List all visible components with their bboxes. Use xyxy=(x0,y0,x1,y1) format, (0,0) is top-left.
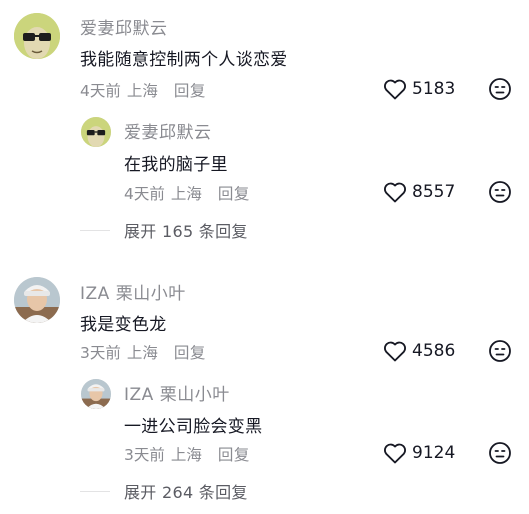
dislike-button[interactable] xyxy=(488,441,512,465)
like-button[interactable]: 8557 xyxy=(383,181,455,203)
comment-location: 上海 xyxy=(126,344,158,362)
like-button[interactable]: 5183 xyxy=(383,78,455,100)
avatar[interactable] xyxy=(14,277,60,323)
avatar[interactable] xyxy=(81,379,111,409)
avatar[interactable] xyxy=(81,117,111,147)
expand-replies-label: 展开 165 条回复 xyxy=(124,222,248,241)
reply-location: 上海 xyxy=(170,446,202,464)
reply-text: 一进公司脸会变黑 xyxy=(124,417,263,437)
comment-meta: 4天前 上海 回复 xyxy=(80,79,206,101)
neutral-face-icon xyxy=(489,181,511,203)
avatar[interactable] xyxy=(14,13,60,59)
comment-meta: 3天前 上海 回复 xyxy=(80,341,206,363)
like-count: 4586 xyxy=(412,341,456,361)
like-button[interactable]: 9124 xyxy=(383,442,455,464)
reply-time: 4天前 xyxy=(124,185,165,203)
comment-text: 我是变色龙 xyxy=(80,315,167,335)
comment-text: 我能随意控制两个人谈恋爱 xyxy=(80,50,288,70)
reply-time: 3天前 xyxy=(124,446,165,464)
neutral-face-icon xyxy=(489,442,511,464)
comment-username[interactable]: IZA 栗山小叶 xyxy=(80,279,186,304)
comment-location: 上海 xyxy=(126,82,158,100)
reply-button[interactable]: 回复 xyxy=(174,341,206,363)
comment-username[interactable]: 爱妻邱默云 xyxy=(80,14,168,39)
dislike-button[interactable] xyxy=(488,180,512,204)
like-count: 8557 xyxy=(412,182,456,202)
divider xyxy=(80,490,110,492)
reply-username[interactable]: IZA 栗山小叶 xyxy=(124,380,230,405)
reply-button[interactable]: 回复 xyxy=(218,182,250,204)
reply-meta: 4天前 上海 回复 xyxy=(124,182,250,204)
reply-location: 上海 xyxy=(170,185,202,203)
comment-time: 3天前 xyxy=(80,344,121,362)
reply-button[interactable]: 回复 xyxy=(174,79,206,101)
reply-button[interactable]: 回复 xyxy=(218,443,250,465)
like-button[interactable]: 4586 xyxy=(383,340,455,362)
expand-replies-label: 展开 264 条回复 xyxy=(124,483,248,502)
heart-outline-icon xyxy=(384,443,406,464)
like-count: 9124 xyxy=(412,443,456,463)
heart-outline-icon xyxy=(384,182,406,203)
reply-text: 在我的脑子里 xyxy=(124,155,228,175)
heart-outline-icon xyxy=(384,79,406,100)
like-count: 5183 xyxy=(412,79,456,99)
comment-time: 4天前 xyxy=(80,82,121,100)
dislike-button[interactable] xyxy=(488,339,512,363)
expand-replies-button[interactable]: 展开 264 条回复 xyxy=(80,479,248,503)
divider xyxy=(80,229,110,231)
dislike-button[interactable] xyxy=(488,77,512,101)
heart-outline-icon xyxy=(384,341,406,362)
reply-username[interactable]: 爱妻邱默云 xyxy=(124,118,212,143)
expand-replies-button[interactable]: 展开 165 条回复 xyxy=(80,218,248,242)
neutral-face-icon xyxy=(489,78,511,100)
neutral-face-icon xyxy=(489,340,511,362)
reply-meta: 3天前 上海 回复 xyxy=(124,443,250,465)
